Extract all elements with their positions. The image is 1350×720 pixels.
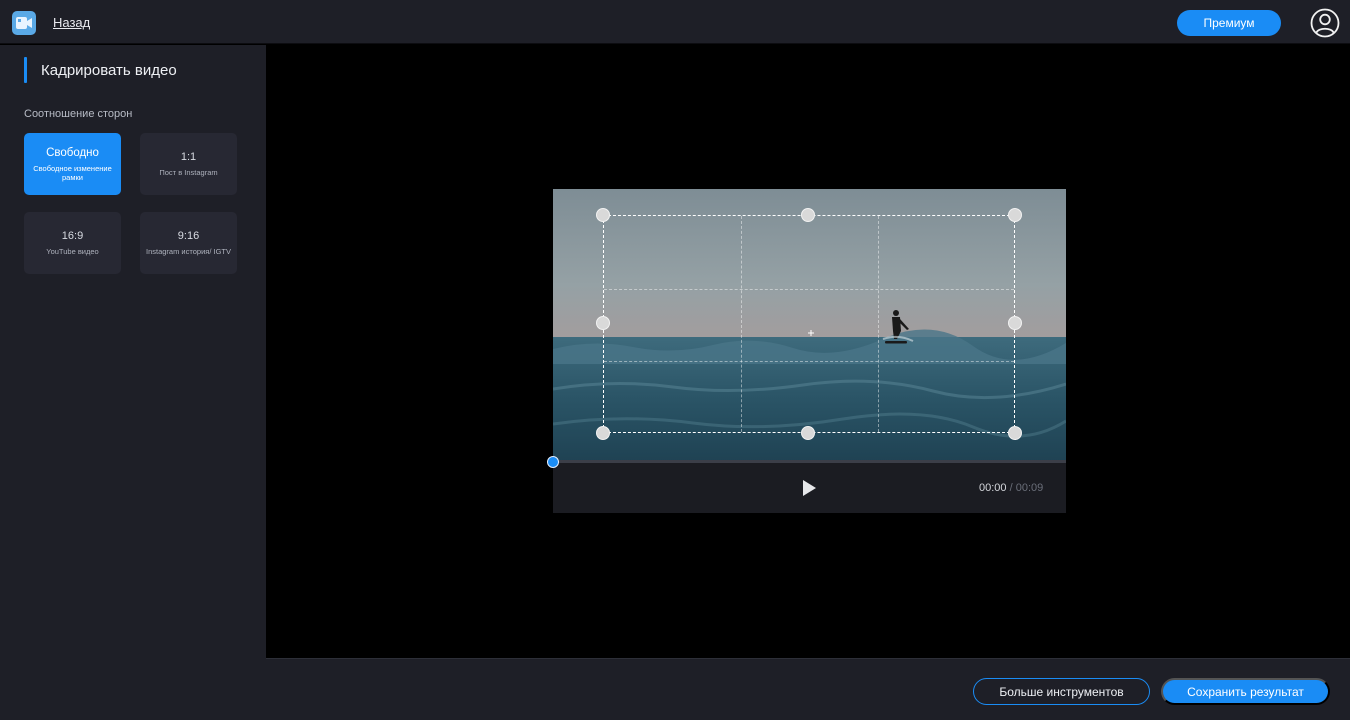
play-icon[interactable] — [801, 479, 817, 497]
top-bar: Назад Премиум — [0, 0, 1350, 44]
time-display: 00:00 / 00:09 — [979, 482, 1043, 494]
back-link[interactable]: Назад — [53, 15, 90, 30]
ratio-description: YouTube видео — [46, 247, 99, 256]
ratio-label: Свободно — [46, 146, 99, 159]
ratio-option-free[interactable]: Свободно Свободное изменение рамки — [24, 133, 121, 195]
app-logo-icon[interactable] — [12, 11, 36, 35]
current-time: 00:00 — [979, 482, 1007, 494]
crop-handle-bottom-right[interactable] — [1008, 426, 1022, 440]
crop-handle-right[interactable] — [1008, 316, 1022, 330]
crop-handle-top[interactable] — [801, 208, 815, 222]
ratio-description: Пост в Instagram — [159, 168, 218, 177]
progress-handle[interactable] — [547, 456, 559, 468]
ratio-option-16-9[interactable]: 16:9 YouTube видео — [24, 212, 121, 274]
ratio-option-1-1[interactable]: 1:1 Пост в Instagram — [140, 133, 237, 195]
ratio-description: Свободное изменение рамки — [33, 163, 112, 182]
grid-line — [604, 289, 1014, 290]
crop-handle-top-right[interactable] — [1008, 208, 1022, 222]
premium-button[interactable]: Премиум — [1177, 10, 1281, 36]
crop-handle-bottom-left[interactable] — [596, 426, 610, 440]
aspect-ratio-heading: Соотношение сторон — [24, 108, 133, 120]
crop-frame[interactable] — [603, 215, 1015, 433]
crop-handle-bottom[interactable] — [801, 426, 815, 440]
ratio-label: 1:1 — [180, 151, 197, 163]
grid-line — [604, 361, 1014, 362]
ratio-description: Instagram история/ IGTV — [146, 247, 231, 256]
duration: 00:09 — [1015, 482, 1044, 494]
sidebar-title: Кадрировать видео — [41, 62, 177, 79]
user-avatar-icon[interactable] — [1310, 8, 1340, 38]
save-result-button[interactable]: Сохранить результат — [1161, 678, 1330, 705]
ratio-option-9-16[interactable]: 9:16 Instagram история/ IGTV — [140, 212, 237, 274]
time-separator: / — [1009, 482, 1013, 494]
crop-handle-top-left[interactable] — [596, 208, 610, 222]
ratio-label: 16:9 — [61, 230, 84, 242]
crosshair-icon — [808, 323, 814, 336]
more-tools-button[interactable]: Больше инструментов — [973, 678, 1150, 705]
sidebar: Кадрировать видео Соотношение сторон Сво… — [0, 45, 266, 720]
ratio-label: 9:16 — [177, 230, 200, 242]
grid-line — [878, 216, 879, 432]
grid-line — [741, 216, 742, 432]
title-accent-bar — [24, 57, 27, 83]
crop-handle-left[interactable] — [596, 316, 610, 330]
